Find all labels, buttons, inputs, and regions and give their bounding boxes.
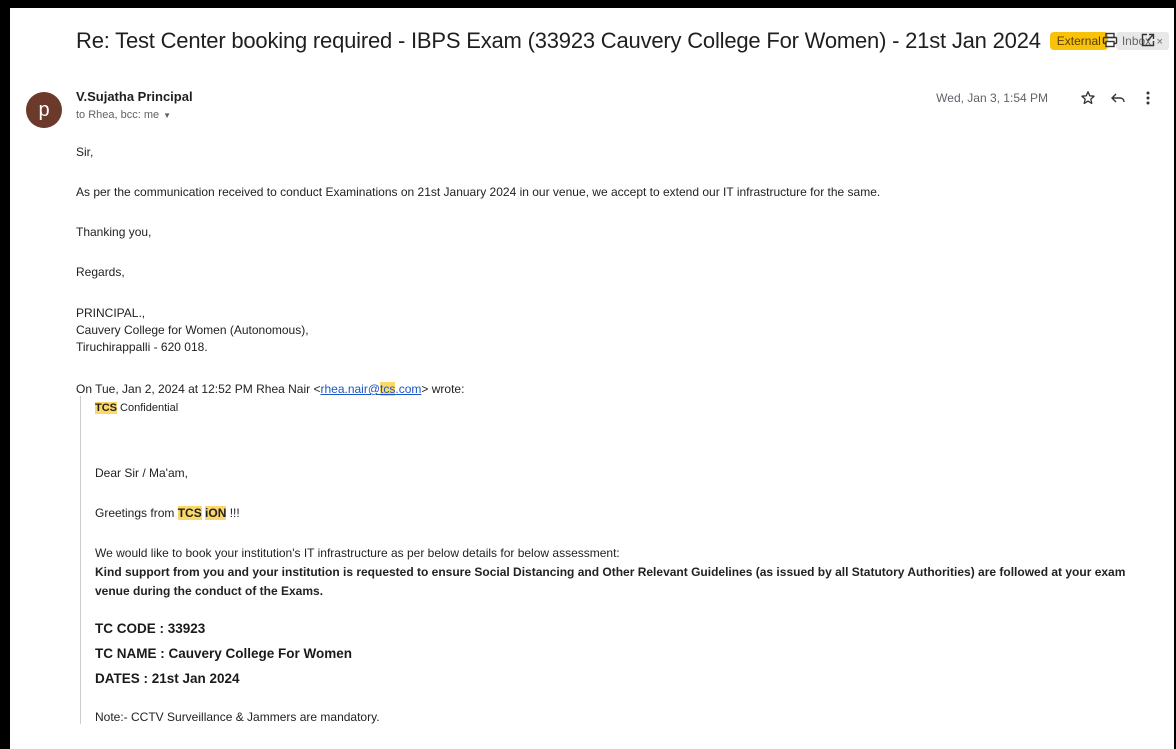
exam-dates: DATES : 21st Jan 2024 — [95, 671, 240, 686]
print-icon[interactable] — [1100, 30, 1120, 50]
chevron-down-icon[interactable]: ▼ — [163, 111, 171, 120]
email-domain: tcs — [380, 382, 396, 396]
tc-name: TC NAME : Cauvery College For Women — [95, 646, 353, 661]
quote-header-suffix: > wrote: — [421, 382, 465, 396]
message-meta: Wed, Jan 3, 1:54 PM — [936, 88, 1158, 108]
signature-address: Tiruchirappalli - 620 018. — [76, 340, 208, 354]
thread-actions — [1100, 30, 1158, 50]
thanks-line: Thanking you, — [76, 225, 152, 239]
email-user: rhea.nair@ — [320, 382, 381, 396]
regards-line: Regards, — [76, 265, 125, 279]
subject-row: Re: Test Center booking required - IBPS … — [76, 28, 1169, 54]
email-view: Re: Test Center booking required - IBPS … — [10, 8, 1174, 749]
recipients-toggle[interactable]: to Rhea, bcc: me ▼ — [76, 109, 171, 121]
greetings-prefix: Greetings from — [95, 506, 178, 520]
dear-line: Dear Sir / Ma'am, — [95, 466, 188, 480]
signature: PRINCIPAL., Cauvery College for Women (A… — [76, 305, 1156, 356]
greeting: Sir, — [76, 145, 94, 159]
sender-email-link[interactable]: rhea.nair@tcs.com — [320, 382, 421, 396]
greetings-suffix: !!! — [226, 506, 240, 520]
message-date: Wed, Jan 3, 1:54 PM — [936, 91, 1048, 105]
greetings-tcs: TCS — [177, 506, 202, 520]
greetings-ion: iON — [205, 506, 227, 520]
body-paragraph: As per the communication received to con… — [76, 185, 881, 199]
signature-college: Cauvery College for Women (Autonomous), — [76, 323, 309, 337]
avatar[interactable]: p — [26, 92, 62, 128]
more-options-icon[interactable] — [1138, 88, 1158, 108]
quote-header: On Tue, Jan 2, 2024 at 12:52 PM Rhea Nai… — [76, 382, 1156, 396]
recipients-text: to Rhea, bcc: me — [76, 109, 160, 121]
email-tld: .com — [395, 382, 422, 396]
signature-title: PRINCIPAL., — [76, 306, 146, 320]
confidential-tag: TCS Confidential — [95, 396, 1156, 414]
confidential-text: Confidential — [117, 402, 179, 414]
quoted-message: TCS Confidential Dear Sir / Ma'am, Greet… — [80, 396, 1156, 724]
intro-line: We would like to book your institution's… — [95, 546, 620, 560]
reply-icon[interactable] — [1108, 88, 1128, 108]
email-subject: Re: Test Center booking required - IBPS … — [76, 28, 1041, 53]
sender-name[interactable]: V.Sujatha Principal — [76, 89, 193, 104]
tc-code: TC CODE : 33923 — [95, 621, 206, 636]
note-line: Note:- CCTV Surveillance & Jammers are m… — [95, 710, 380, 724]
message-body: Sir, As per the communication received t… — [76, 130, 1156, 724]
support-paragraph: Kind support from you and your instituti… — [95, 565, 1126, 598]
open-new-window-icon[interactable] — [1138, 30, 1158, 50]
tcs-tag: TCS — [95, 402, 117, 414]
star-icon[interactable] — [1078, 88, 1098, 108]
greetings-line: Greetings from TCS iON !!! — [95, 506, 1156, 520]
quote-header-prefix: On Tue, Jan 2, 2024 at 12:52 PM Rhea Nai… — [76, 382, 321, 396]
